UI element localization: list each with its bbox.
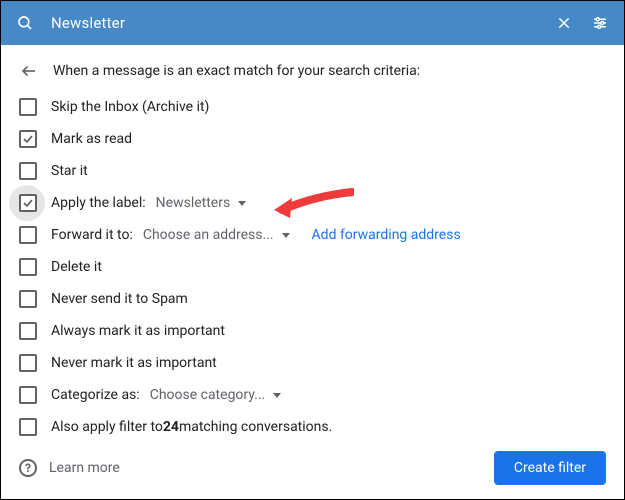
also-apply-prefix: Also apply filter to — [51, 419, 163, 435]
help-icon[interactable]: ? — [19, 459, 37, 477]
search-icon — [15, 13, 35, 33]
footer: ? Learn more Create filter — [19, 451, 606, 485]
forward-dropdown[interactable]: Choose an address... — [137, 227, 290, 243]
checkbox-also-apply[interactable] — [19, 418, 37, 436]
learn-more-link[interactable]: Learn more — [49, 460, 120, 476]
matching-count: 24 — [163, 419, 179, 435]
option-delete: Delete it — [19, 251, 606, 283]
search-query-text[interactable]: Newsletter — [51, 14, 554, 32]
create-filter-button[interactable]: Create filter — [494, 451, 606, 485]
checkbox-apply-label[interactable] — [19, 194, 37, 212]
checkbox-star-it[interactable] — [19, 162, 37, 180]
option-star-it: Star it — [19, 155, 606, 187]
option-mark-read: Mark as read — [19, 123, 606, 155]
categorize-prefix: Categorize as: — [51, 387, 140, 403]
option-forward: Forward it to: Choose an address... Add … — [19, 219, 606, 251]
caret-down-icon — [273, 393, 281, 398]
filter-form: When a message is an exact match for you… — [1, 45, 624, 443]
checkbox-mark-read[interactable] — [19, 130, 37, 148]
option-apply-label: Apply the label: Newsletters — [19, 187, 606, 219]
label-mark-read: Mark as read — [51, 131, 132, 147]
label-skip-inbox: Skip the Inbox (Archive it) — [51, 99, 209, 115]
back-arrow-icon[interactable] — [19, 61, 39, 81]
header-text: When a message is an exact match for you… — [53, 63, 420, 79]
checkbox-forward[interactable] — [19, 226, 37, 244]
checkbox-delete[interactable] — [19, 258, 37, 276]
forward-value: Choose an address... — [143, 227, 274, 243]
checkbox-never-important[interactable] — [19, 354, 37, 372]
option-never-important: Never mark it as important — [19, 347, 606, 379]
add-forwarding-link[interactable]: Add forwarding address — [312, 227, 461, 243]
label-forward: Forward it to: Choose an address... Add … — [51, 227, 461, 243]
label-never-important: Never mark it as important — [51, 355, 217, 371]
checkbox-skip-inbox[interactable] — [19, 98, 37, 116]
caret-down-icon — [282, 233, 290, 238]
apply-label-value: Newsletters — [156, 195, 231, 211]
header-row: When a message is an exact match for you… — [19, 57, 606, 91]
checkbox-categorize[interactable] — [19, 386, 37, 404]
label-never-spam: Never send it to Spam — [51, 291, 188, 307]
label-apply-label: Apply the label: Newsletters — [51, 195, 246, 211]
checkbox-never-spam[interactable] — [19, 290, 37, 308]
label-categorize: Categorize as: Choose category... — [51, 387, 281, 403]
search-options-icon[interactable] — [590, 13, 610, 33]
footer-left: ? Learn more — [19, 459, 120, 477]
label-delete: Delete it — [51, 259, 102, 275]
option-never-spam: Never send it to Spam — [19, 283, 606, 315]
apply-label-prefix: Apply the label: — [51, 195, 146, 211]
option-skip-inbox: Skip the Inbox (Archive it) — [19, 91, 606, 123]
option-also-apply: Also apply filter to 24 matching convers… — [19, 411, 606, 443]
label-also-apply: Also apply filter to 24 matching convers… — [51, 419, 332, 435]
option-always-important: Always mark it as important — [19, 315, 606, 347]
forward-prefix: Forward it to: — [51, 227, 133, 243]
also-apply-suffix: matching conversations. — [179, 419, 332, 435]
apply-label-dropdown[interactable]: Newsletters — [150, 195, 247, 211]
categorize-dropdown[interactable]: Choose category... — [144, 387, 282, 403]
checkbox-always-important[interactable] — [19, 322, 37, 340]
close-icon[interactable] — [554, 13, 574, 33]
option-categorize: Categorize as: Choose category... — [19, 379, 606, 411]
caret-down-icon — [238, 201, 246, 206]
label-always-important: Always mark it as important — [51, 323, 225, 339]
categorize-value: Choose category... — [150, 387, 266, 403]
search-topbar: Newsletter — [1, 1, 624, 45]
label-star-it: Star it — [51, 163, 88, 179]
